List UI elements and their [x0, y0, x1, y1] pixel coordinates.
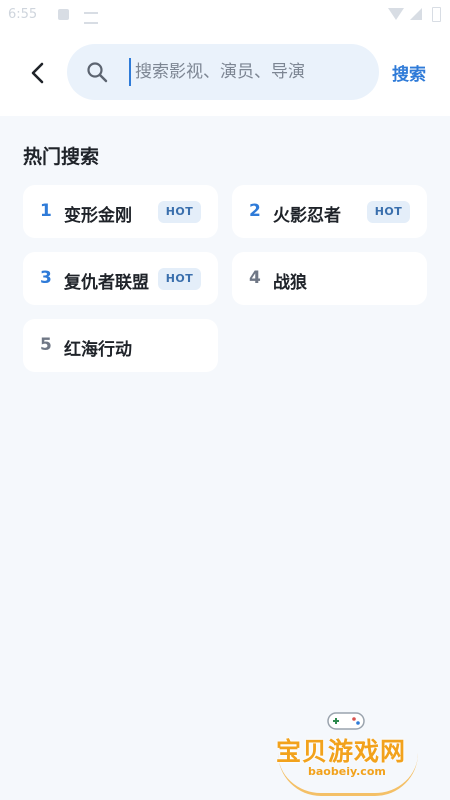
search-header: 搜索 [0, 30, 450, 116]
status-time: 6:55 [8, 7, 38, 22]
hot-search-name: 战狼 [273, 273, 307, 293]
hot-search-name: 红海行动 [64, 340, 132, 360]
notification-icon [58, 9, 69, 20]
hot-search-item[interactable]: 1 变形金刚 HOT [23, 185, 218, 238]
wifi-icon [388, 8, 404, 20]
rank-number: 1 [40, 201, 52, 221]
hot-search-item[interactable]: 3 复仇者联盟 HOT [23, 252, 218, 305]
rank-number: 4 [249, 268, 261, 288]
search-button[interactable]: 搜索 [392, 60, 426, 85]
back-button[interactable] [22, 56, 56, 90]
search-bar[interactable] [67, 44, 379, 100]
rank-number: 5 [40, 335, 52, 355]
watermark-url: baobeiy.com [308, 765, 386, 778]
magnifier-icon [87, 62, 108, 83]
hot-badge: HOT [158, 201, 201, 223]
search-input[interactable] [129, 58, 365, 86]
hot-search-item[interactable]: 5 红海行动 [23, 319, 218, 372]
hot-badge: HOT [158, 268, 201, 290]
gamepad-icon [327, 712, 365, 730]
chevron-left-icon [31, 62, 44, 84]
hot-search-title: 热门搜索 [23, 146, 100, 168]
hot-search-name: 复仇者联盟 [64, 273, 149, 293]
hot-search-item[interactable]: 4 战狼 [232, 252, 427, 305]
hot-search-name: 变形金刚 [64, 206, 132, 226]
rank-number: 2 [249, 201, 261, 221]
status-bar: 6:55 [0, 0, 450, 30]
hot-badge: HOT [367, 201, 410, 223]
site-watermark: 宝贝游戏网 baobeiy.com [268, 705, 428, 796]
hot-search-name: 火影忍者 [273, 206, 341, 226]
rank-number: 3 [40, 268, 52, 288]
watermark-title: 宝贝游戏网 [276, 737, 407, 766]
signal-icon [410, 8, 422, 20]
hot-search-item[interactable]: 2 火影忍者 HOT [232, 185, 427, 238]
battery-icon [432, 7, 441, 22]
keyboard-icon [84, 12, 98, 24]
